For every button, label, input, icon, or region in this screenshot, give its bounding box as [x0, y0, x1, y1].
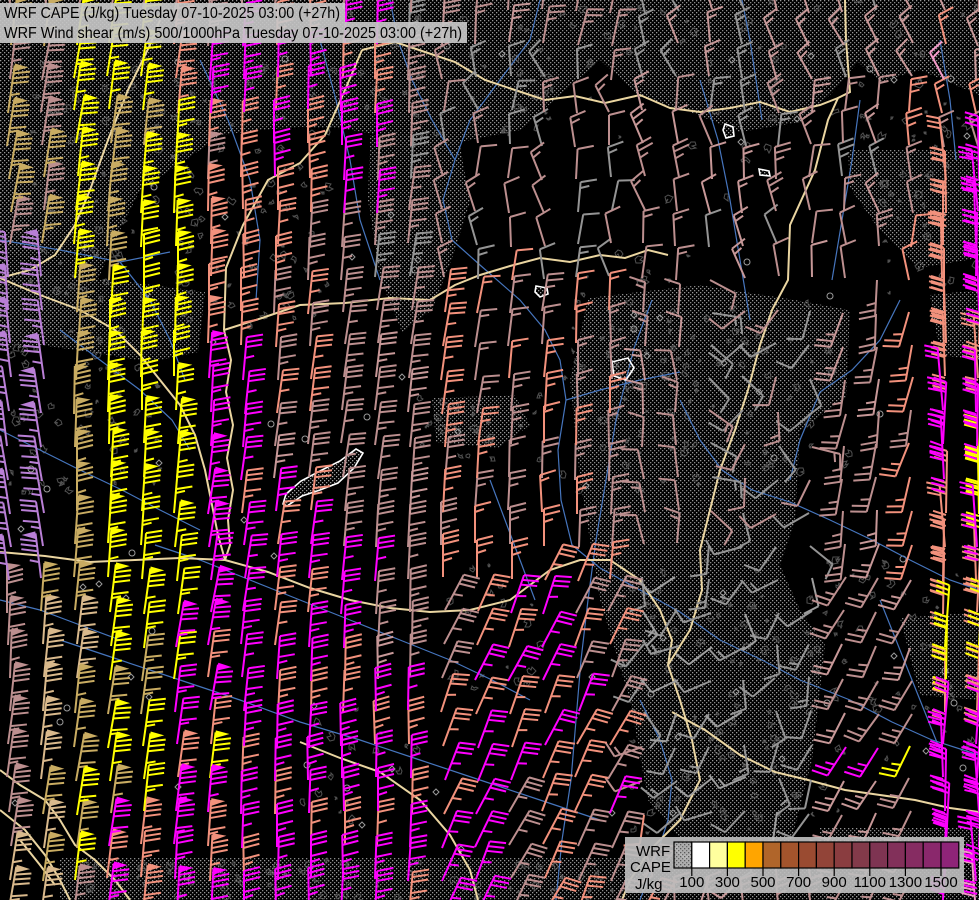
svg-text:1100: 1100 — [854, 874, 886, 891]
svg-text:700: 700 — [786, 874, 811, 891]
svg-text:1300: 1300 — [889, 874, 922, 891]
svg-text:WRF: WRF — [636, 843, 670, 860]
svg-text:J/kg: J/kg — [635, 876, 663, 893]
svg-text:300: 300 — [715, 874, 740, 891]
svg-text:WRF CAPE (J/kg) Tuesday 07-10-: WRF CAPE (J/kg) Tuesday 07-10-2025 03:00… — [4, 5, 340, 22]
svg-text:100: 100 — [679, 874, 704, 891]
svg-text:1500: 1500 — [924, 874, 957, 891]
svg-text:WRF Wind shear (m/s) 500/1000h: WRF Wind shear (m/s) 500/1000hPa Tuesday… — [4, 25, 462, 42]
svg-text:CAPE: CAPE — [630, 859, 671, 876]
svg-text:500: 500 — [750, 874, 775, 891]
svg-text:900: 900 — [822, 874, 847, 891]
